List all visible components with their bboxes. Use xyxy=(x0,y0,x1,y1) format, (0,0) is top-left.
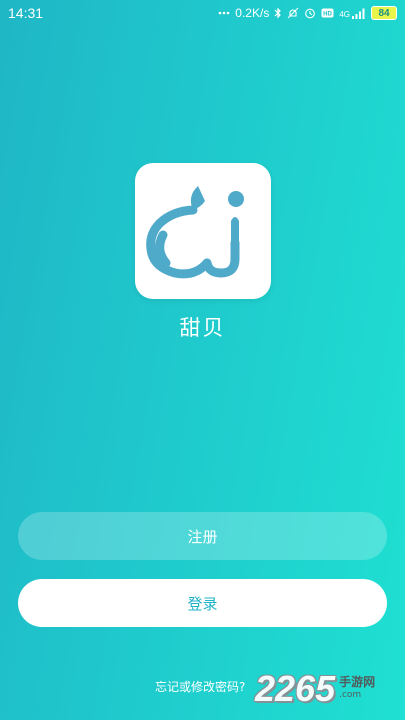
login-label: 登录 xyxy=(187,594,218,613)
watermark-text: 手游网 .com xyxy=(339,676,375,702)
bluetooth-icon xyxy=(274,7,282,19)
dots-icon xyxy=(218,11,230,15)
watermark-logo: 2265 手游网 .com xyxy=(255,664,405,714)
mute-icon xyxy=(287,7,299,19)
network-speed: 0.2K/s xyxy=(235,6,270,20)
network-type: 4G xyxy=(339,9,350,19)
watermark-number: 2265 xyxy=(255,668,336,709)
register-button[interactable]: 注册 xyxy=(18,512,387,560)
status-time: 14:31 xyxy=(8,5,44,21)
register-label: 注册 xyxy=(187,527,218,546)
ai-speech-logo-icon xyxy=(146,186,244,279)
watermark-line1: 手游网 xyxy=(339,675,376,689)
battery-level: 84 xyxy=(378,7,390,19)
status-bar: 14:31 0.2K/s HD 4G 84 xyxy=(0,0,405,26)
app-logo xyxy=(135,163,271,299)
login-button[interactable]: 登录 xyxy=(18,579,387,627)
forgot-password-link[interactable]: 忘记或修改密码? xyxy=(155,678,245,695)
battery-icon: 84 xyxy=(371,6,397,20)
app-name: 甜贝 xyxy=(179,316,226,340)
hd-icon: HD xyxy=(321,8,334,18)
svg-text:HD: HD xyxy=(323,12,332,18)
alarm-icon xyxy=(304,7,316,19)
status-icons: 0.2K/s HD 4G 84 xyxy=(218,6,397,20)
signal-icon: 4G xyxy=(339,8,366,19)
watermark-line2: .com xyxy=(339,690,362,700)
